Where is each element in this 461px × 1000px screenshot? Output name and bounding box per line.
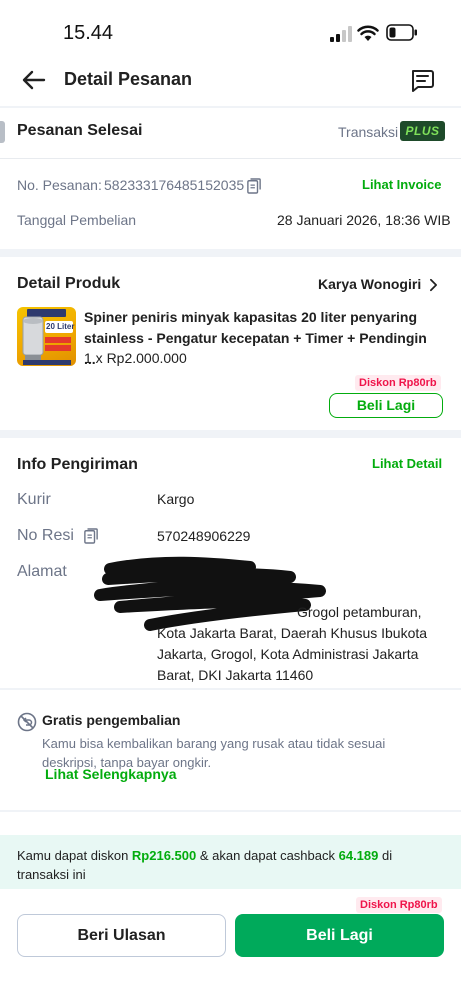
section-divider xyxy=(0,106,461,108)
address-value: Grogol petamburan, Kota Jakarta Barat, D… xyxy=(157,604,428,683)
buy-again-button[interactable]: Beli Lagi xyxy=(235,914,444,957)
back-arrow-icon[interactable] xyxy=(20,66,48,94)
courier-label: Kurir xyxy=(17,491,51,508)
spinner-machine-picture xyxy=(22,309,73,365)
return-box-icon xyxy=(17,712,37,732)
copy-icon[interactable] xyxy=(247,178,261,194)
plus-badge: PLUS xyxy=(400,121,445,141)
product-section-title: Detail Produk xyxy=(17,275,121,292)
buy-again-button-label: Beli Lagi xyxy=(306,927,373,944)
order-status-title: Pesanan Selesai xyxy=(17,122,143,139)
cashback-middle: & akan dapat cashback xyxy=(196,848,339,863)
discount-badge: Diskon Rp80rb xyxy=(355,375,441,391)
resi-value: 570248906229 xyxy=(157,528,251,544)
cashback-discount-amount: Rp216.500 xyxy=(131,848,197,863)
see-more-link[interactable]: Lihat Selengkapnya xyxy=(45,766,176,782)
status-bar: 15.44 xyxy=(0,0,461,60)
purchase-date-label: Tanggal Pembelian xyxy=(17,212,137,228)
cashback-text: Kamu dapat diskon Rp216.500 & akan dapat… xyxy=(17,846,447,884)
cashback-prefix: Kamu dapat diskon xyxy=(17,848,132,863)
transaction-label: Transaksi xyxy=(338,124,399,140)
copy-icon[interactable] xyxy=(84,528,98,544)
wifi-icon xyxy=(357,25,379,41)
review-button-label: Beri Ulasan xyxy=(77,927,166,944)
section-divider xyxy=(0,688,461,690)
shipping-section-title: Info Pengiriman xyxy=(17,456,138,473)
divider-line xyxy=(0,158,461,159)
buy-again-small-button[interactable]: Beli Lagi xyxy=(329,393,443,418)
order-number-label: No. Pesanan: xyxy=(17,177,102,193)
section-divider xyxy=(0,810,461,812)
product-quantity-price: 1 x Rp2.000.000 xyxy=(84,350,187,366)
shipping-detail-link[interactable]: Lihat Detail xyxy=(372,456,442,471)
address-label: Alamat xyxy=(17,563,67,580)
order-number: 582333176485152035 xyxy=(104,177,245,193)
section-divider xyxy=(0,430,461,438)
resi-label: No Resi xyxy=(17,527,74,544)
chat-icon[interactable] xyxy=(408,66,436,94)
signal-icon xyxy=(330,26,352,42)
review-button[interactable]: Beri Ulasan xyxy=(17,914,226,957)
status-time: 15.44 xyxy=(63,22,114,44)
battery-icon xyxy=(386,24,417,41)
invoice-link[interactable]: Lihat Invoice xyxy=(362,177,441,192)
courier-value: Kargo xyxy=(157,491,195,507)
section-divider xyxy=(0,249,461,257)
chevron-right-icon[interactable] xyxy=(428,278,439,292)
purchase-date: 28 Januari 2026, 18:36 WIB xyxy=(277,212,451,228)
status-accent xyxy=(0,121,5,143)
product-image[interactable]: 20 Liter xyxy=(17,307,76,366)
page-title: Detail Pesanan xyxy=(64,69,193,89)
image-badge-text: 20 Liter xyxy=(46,322,75,331)
footer-discount-badge: Diskon Rp80rb xyxy=(356,897,442,913)
cashback-amount: 64.189 xyxy=(338,848,379,863)
buy-again-small-label: Beli Lagi xyxy=(356,397,416,413)
app-bar: Detail Pesanan xyxy=(0,58,461,106)
return-title: Gratis pengembalian xyxy=(42,712,181,728)
shop-name[interactable]: Karya Wonogiri xyxy=(318,276,421,292)
